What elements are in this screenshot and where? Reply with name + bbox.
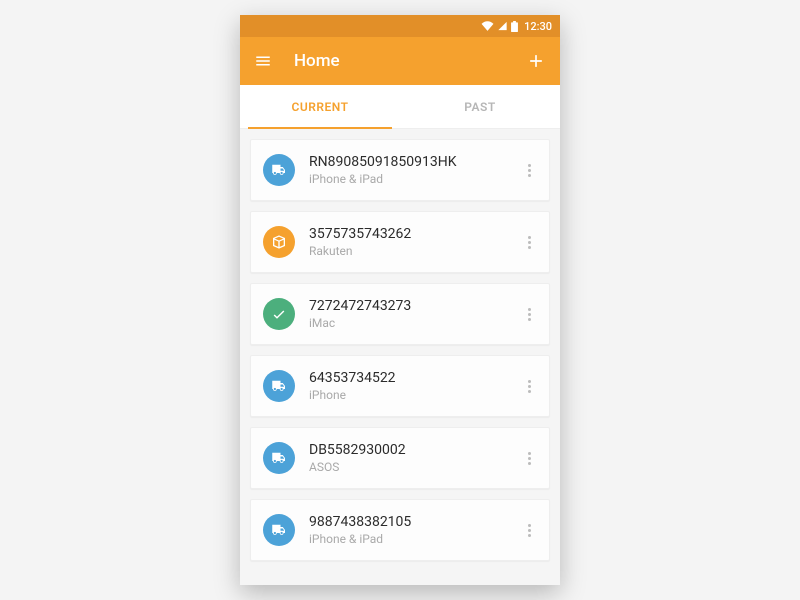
more-icon[interactable] bbox=[515, 380, 543, 393]
package-card[interactable]: 9887438382105 iPhone & iPad bbox=[250, 499, 550, 561]
box-icon bbox=[263, 226, 295, 258]
more-icon[interactable] bbox=[515, 236, 543, 249]
more-icon[interactable] bbox=[515, 164, 543, 177]
tracking-number: 64353734522 bbox=[309, 370, 515, 386]
package-info: DB5582930002 ASOS bbox=[309, 442, 515, 474]
package-card[interactable]: RN89085091850913HK iPhone & iPad bbox=[250, 139, 550, 201]
package-description: iPhone & iPad bbox=[309, 172, 515, 186]
package-info: 64353734522 iPhone bbox=[309, 370, 515, 402]
menu-icon[interactable] bbox=[254, 52, 272, 70]
app-bar: Home bbox=[240, 37, 560, 85]
tracking-number: DB5582930002 bbox=[309, 442, 515, 458]
tracking-number: 9887438382105 bbox=[309, 514, 515, 530]
page-title: Home bbox=[294, 51, 526, 71]
more-icon[interactable] bbox=[515, 452, 543, 465]
check-icon bbox=[263, 298, 295, 330]
package-description: ASOS bbox=[309, 460, 515, 474]
add-icon[interactable] bbox=[526, 51, 546, 71]
package-description: iPhone & iPad bbox=[309, 532, 515, 546]
phone-frame: 12:30 Home CURRENT PAST RN89085091850913… bbox=[240, 15, 560, 585]
tracking-number: RN89085091850913HK bbox=[309, 154, 515, 170]
truck-icon bbox=[263, 154, 295, 186]
signal-icon bbox=[497, 21, 508, 31]
package-card[interactable]: 7272472743273 iMac bbox=[250, 283, 550, 345]
package-card[interactable]: DB5582930002 ASOS bbox=[250, 427, 550, 489]
tracking-number: 7272472743273 bbox=[309, 298, 515, 314]
tab-label: CURRENT bbox=[292, 100, 349, 114]
package-description: iMac bbox=[309, 316, 515, 330]
tab-past[interactable]: PAST bbox=[400, 85, 560, 128]
tracking-number: 3575735743262 bbox=[309, 226, 515, 242]
tab-current[interactable]: CURRENT bbox=[240, 85, 400, 128]
truck-icon bbox=[263, 514, 295, 546]
package-card[interactable]: 64353734522 iPhone bbox=[250, 355, 550, 417]
status-time: 12:30 bbox=[524, 20, 552, 33]
more-icon[interactable] bbox=[515, 308, 543, 321]
package-list[interactable]: RN89085091850913HK iPhone & iPad 357573574… bbox=[240, 129, 560, 585]
tab-label: PAST bbox=[464, 100, 495, 114]
truck-icon bbox=[263, 370, 295, 402]
battery-icon bbox=[511, 21, 518, 32]
package-info: 3575735743262 Rakuten bbox=[309, 226, 515, 258]
package-info: RN89085091850913HK iPhone & iPad bbox=[309, 154, 515, 186]
package-description: iPhone bbox=[309, 388, 515, 402]
status-bar: 12:30 bbox=[240, 15, 560, 37]
package-info: 7272472743273 iMac bbox=[309, 298, 515, 330]
more-icon[interactable] bbox=[515, 524, 543, 537]
package-info: 9887438382105 iPhone & iPad bbox=[309, 514, 515, 546]
truck-icon bbox=[263, 442, 295, 474]
wifi-icon bbox=[481, 21, 494, 31]
package-description: Rakuten bbox=[309, 244, 515, 258]
package-card[interactable]: 3575735743262 Rakuten bbox=[250, 211, 550, 273]
tab-bar: CURRENT PAST bbox=[240, 85, 560, 129]
